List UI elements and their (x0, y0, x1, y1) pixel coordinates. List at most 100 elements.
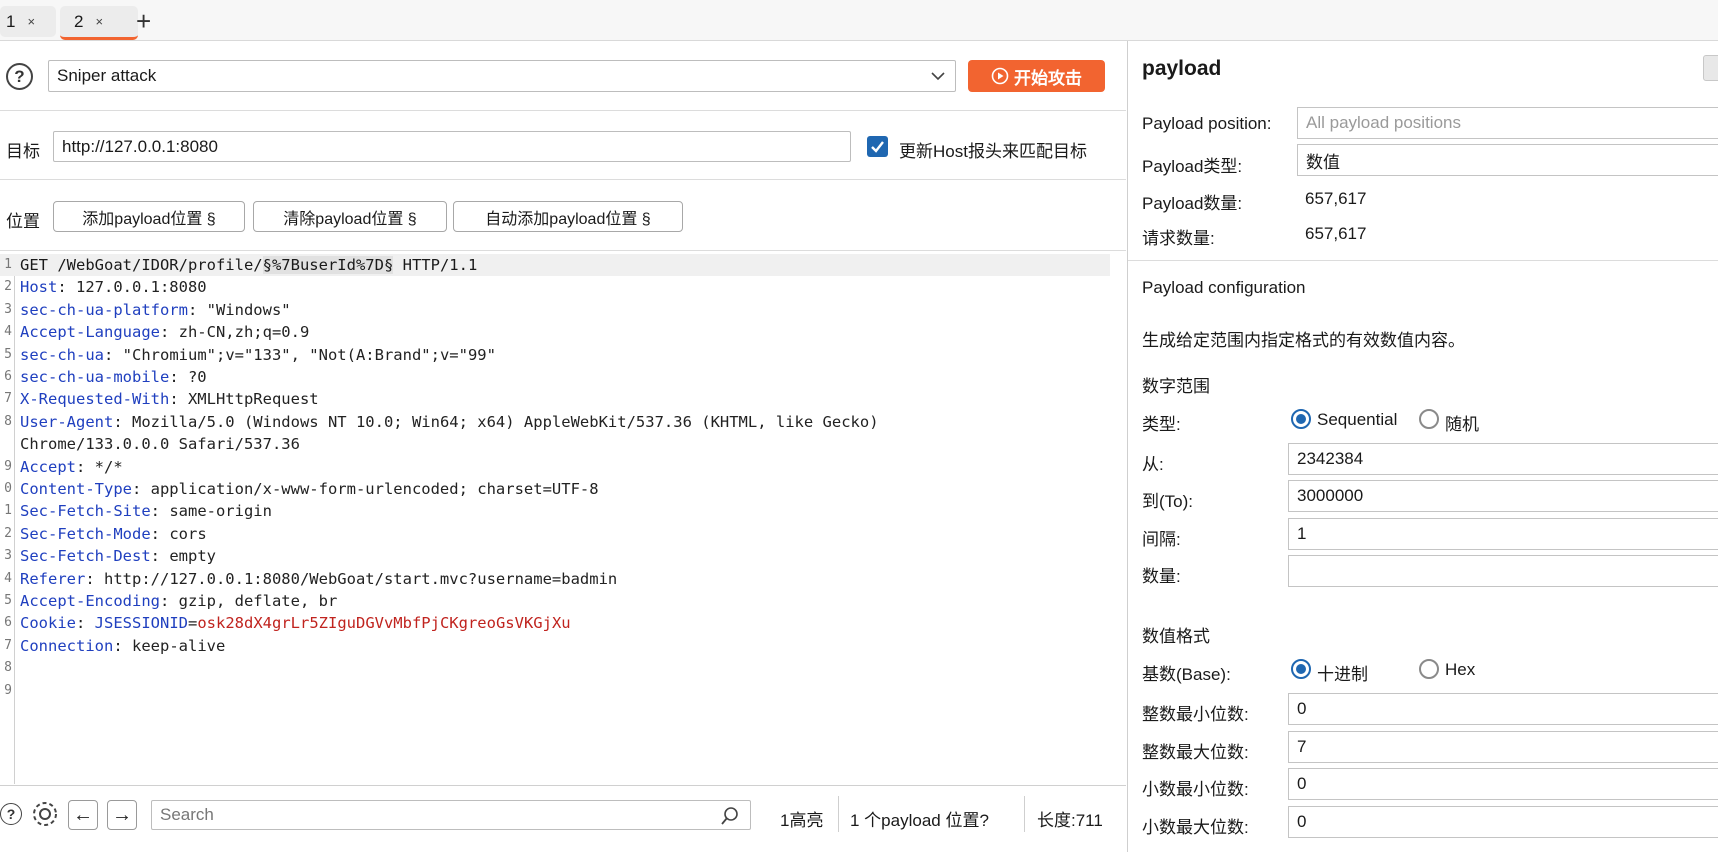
payload-type-value: 数值 (1306, 152, 1340, 172)
sequential-radio[interactable] (1291, 409, 1311, 429)
gear-icon[interactable] (30, 799, 60, 829)
request-line: 7 Connection: keep-alive (0, 635, 1110, 657)
line-number: 6 (4, 615, 12, 631)
payload-position-marker[interactable]: §%7BuserId%7D§ (262, 256, 394, 274)
attack-type-value: Sniper attack (57, 66, 157, 85)
payload-type-select[interactable]: 数值 (1297, 144, 1718, 176)
decimal-radio[interactable] (1291, 659, 1311, 679)
panel-menu-button[interactable] (1703, 55, 1718, 81)
number-format-heading: 数值格式 (1142, 627, 1210, 646)
header-name: Accept-Encoding (20, 592, 160, 610)
header-value: : */* (76, 457, 123, 476)
header-value: : application/x-www-form-urlencoded; cha… (131, 480, 599, 498)
line-number: 0 (4, 481, 12, 496)
search-input[interactable]: Search (151, 800, 751, 830)
request-line: 2 Host: 127.0.0.1:8080 (0, 276, 1110, 298)
divider (0, 179, 1126, 180)
payload-type-label: Payload类型: (1142, 157, 1243, 176)
request-line-method-path: GET /WebGoat/IDOR/profile/ (20, 256, 263, 274)
max-integer-digits-input[interactable]: 7 (1288, 731, 1718, 763)
help-icon[interactable]: ? (6, 63, 33, 90)
request-editor[interactable]: 1 GET /WebGoat/IDOR/profile/§%7BuserId%7D… (0, 254, 1126, 784)
tab-label: 1 (6, 11, 16, 31)
header-value: Chrome/133.0.0.0 Safari/537.36 (20, 435, 300, 454)
add-payload-position-button[interactable]: 添加payload位置 § (53, 201, 245, 232)
decimal-label: 十进制 (1317, 665, 1368, 684)
request-line: 2 Sec-Fetch-Mode: cors (0, 523, 1110, 545)
request-line-text: Sec-Fetch-Dest: empty (20, 545, 216, 567)
header-value: : same-origin (150, 502, 272, 521)
arrow-left-icon: ← (73, 803, 93, 826)
step-input[interactable]: 1 (1288, 518, 1718, 550)
editor-status-bar: ? ← → Search 1高亮 1 个payload 位置? 长度:711 (0, 785, 1126, 853)
line-number: 4 (4, 324, 12, 340)
to-label: 到(To): (1142, 492, 1193, 511)
update-host-checkbox[interactable] (867, 136, 888, 157)
max-fraction-digits-input[interactable]: 0 (1288, 806, 1718, 838)
header-name: Connection (20, 636, 114, 655)
step-value: 1 (1297, 524, 1307, 543)
payload-config-title: Payload configuration (1142, 278, 1306, 297)
positions-label: 位置 (6, 212, 40, 231)
request-line: 1 Sec-Fetch-Site: same-origin (0, 500, 1110, 522)
header-value: : XMLHttpRequest (169, 390, 319, 409)
payload-position-value: All payload positions (1306, 113, 1461, 132)
line-number: 4 (4, 570, 12, 586)
request-line: 4 Referer: http://127.0.0.1:8080/WebGoat/… (0, 568, 1110, 590)
request-line: 7 X-Requested-With: XMLHttpRequest (0, 388, 1110, 410)
target-url-value: http://127.0.0.1:8080 (62, 136, 218, 156)
header-separator: : (76, 614, 95, 633)
header-name: Sec-Fetch-Site (20, 502, 151, 521)
number-range-heading: 数字范围 (1142, 377, 1210, 396)
min-integer-digits-input[interactable]: 0 (1288, 693, 1718, 725)
min-integer-digits-label: 整数最小位数: (1142, 705, 1249, 724)
divider (838, 796, 839, 832)
play-icon (991, 67, 1009, 85)
base-label: 基数(Base): (1142, 665, 1231, 684)
divider (0, 110, 1126, 111)
payload-position-select[interactable]: All payload positions (1297, 107, 1718, 139)
request-line-text: Host: 127.0.0.1:8080 (20, 276, 207, 298)
cookie-equals: = (188, 614, 198, 633)
line-number: 1 (4, 257, 12, 272)
random-radio[interactable] (1419, 409, 1439, 429)
header-name: sec-ch-ua (20, 345, 104, 364)
auto-add-payload-position-button[interactable]: 自动添加payload位置 § (453, 201, 683, 232)
how-many-input[interactable] (1288, 555, 1718, 587)
request-line-text: Sec-Fetch-Mode: cors (20, 523, 207, 545)
to-value: 3000000 (1297, 486, 1364, 505)
request-line: 5 sec-ch-ua: "Chromium";v="133", "Not(A:B… (0, 344, 1110, 366)
header-name: X-Requested-With (20, 390, 170, 409)
to-input[interactable]: 3000000 (1288, 480, 1718, 512)
min-fraction-digits-input[interactable]: 0 (1288, 768, 1718, 800)
previous-match-button[interactable]: ← (68, 800, 98, 830)
header-value: : ?0 (169, 368, 207, 386)
clear-payload-position-button[interactable]: 清除payload位置 § (253, 201, 447, 232)
help-icon[interactable]: ? (0, 803, 22, 825)
next-match-button[interactable]: → (107, 800, 137, 830)
attack-type-select[interactable]: Sniper attack (48, 60, 956, 92)
cookie-name: JSESSIONID (94, 614, 188, 633)
line-number: 6 (4, 369, 12, 384)
request-line: 6 Cookie: JSESSIONID=osk28dX4grLr5ZIguDGV… (0, 612, 1110, 634)
line-number: 8 (4, 660, 12, 676)
header-value: : Mozilla/5.0 (Windows NT 10.0; Win64; x… (113, 412, 879, 431)
target-url-input[interactable]: http://127.0.0.1:8080 (53, 131, 851, 162)
request-line: 3 sec-ch-ua-platform: "Windows" (0, 299, 1110, 321)
request-line: 6 sec-ch-ua-mobile: ?0 (0, 366, 1110, 388)
request-line: 9 (0, 680, 1110, 702)
tab-2[interactable]: 2 × (60, 6, 138, 40)
max-integer-digits-label: 整数最大位数: (1142, 743, 1249, 762)
tab-1[interactable]: 1 × (0, 6, 56, 37)
line-number: 3 (4, 548, 12, 564)
tab-close-icon[interactable]: × (95, 14, 103, 29)
add-tab-button[interactable]: + (136, 7, 151, 35)
tab-close-icon[interactable]: × (27, 14, 35, 29)
highlight-count: 1高亮 (780, 811, 824, 830)
hex-radio[interactable] (1419, 659, 1439, 679)
target-label: 目标 (6, 142, 40, 161)
cookie-value: osk28dX4grLr5ZIguDGVvMbfPjCKgreoGsVKGjXu (197, 614, 571, 633)
start-attack-button[interactable]: 开始攻击 (968, 60, 1105, 92)
from-input[interactable]: 2342384 (1288, 443, 1718, 475)
request-line: 4 Accept-Language: zh-CN,zh;q=0.9 (0, 321, 1110, 343)
